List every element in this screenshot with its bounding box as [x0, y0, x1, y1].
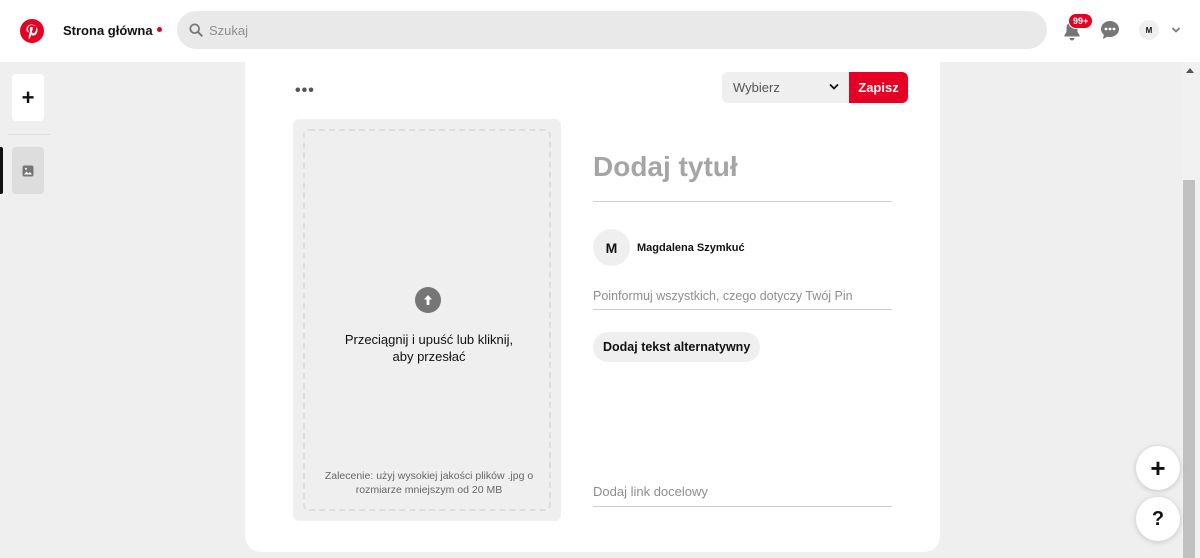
- search-input[interactable]: [209, 22, 1009, 38]
- board-select-value: Wybierz: [733, 80, 780, 95]
- image-icon: [22, 165, 34, 176]
- home-label: Strona główna: [63, 23, 153, 38]
- draft-pin-thumbnail[interactable]: [12, 147, 44, 194]
- upload-dropzone[interactable]: Przeciągnij i upuść lub kliknij, aby prz…: [303, 129, 551, 511]
- upload-arrow-icon: [415, 287, 441, 313]
- upload-instructions: Przeciągnij i upuść lub kliknij, aby prz…: [305, 331, 553, 365]
- save-button[interactable]: Zapisz: [849, 72, 908, 103]
- image-upload-area[interactable]: Przeciągnij i upuść lub kliknij, aby prz…: [293, 119, 561, 521]
- title-underline: [593, 201, 892, 202]
- account-avatar[interactable]: M: [1139, 20, 1159, 40]
- upload-recommendation-line-1: Zalecenie: użyj wysokiej jakości plików …: [324, 470, 534, 482]
- pin-builder-card: ••• Wybierz Zapisz Przeciągnij i upuść l…: [245, 62, 940, 552]
- search-bar[interactable]: [177, 11, 1047, 49]
- top-nav: Strona główna 99+ M: [0, 0, 1200, 62]
- pin-description-input[interactable]: [593, 286, 892, 306]
- pin-title-input[interactable]: [593, 147, 892, 187]
- home-notification-dot: [156, 27, 162, 32]
- scroll-up-arrow-icon[interactable]: [1186, 68, 1194, 73]
- search-icon: [189, 23, 203, 37]
- scroll-thumb[interactable]: [1183, 180, 1195, 558]
- notifications-badge: 99+: [1068, 13, 1094, 29]
- destination-link-input[interactable]: [593, 481, 892, 501]
- board-select-dropdown[interactable]: Wybierz: [722, 72, 849, 103]
- active-indicator: [0, 147, 3, 194]
- create-pin-button[interactable]: +: [12, 74, 44, 121]
- page-scrollbar[interactable]: [1182, 62, 1200, 558]
- messages-icon[interactable]: [1100, 20, 1120, 40]
- chevron-down-icon: [829, 83, 839, 90]
- description-underline: [593, 309, 892, 310]
- floating-help-button[interactable]: ?: [1136, 497, 1180, 541]
- pinterest-logo-icon[interactable]: [20, 19, 44, 43]
- home-link[interactable]: Strona główna: [63, 23, 162, 38]
- upload-instructions-line-1: Przeciągnij i upuść lub kliknij,: [344, 332, 514, 347]
- chevron-down-icon[interactable]: [1171, 25, 1181, 35]
- upload-instructions-line-2: aby przesłać: [392, 349, 466, 364]
- user-name: Magdalena Szymkuć: [637, 242, 745, 254]
- floating-create-button[interactable]: +: [1136, 446, 1180, 490]
- link-underline: [593, 506, 892, 507]
- more-options-button[interactable]: •••: [295, 82, 315, 100]
- upload-recommendation: Zalecenie: użyj wysokiej jakości plików …: [315, 469, 543, 497]
- add-alt-text-button[interactable]: Dodaj tekst alternatywny: [593, 332, 761, 362]
- upload-recommendation-line-2: rozmiarze mniejszym od 20 MB: [355, 484, 503, 496]
- user-avatar[interactable]: M: [593, 229, 630, 266]
- rail-divider: [8, 134, 50, 135]
